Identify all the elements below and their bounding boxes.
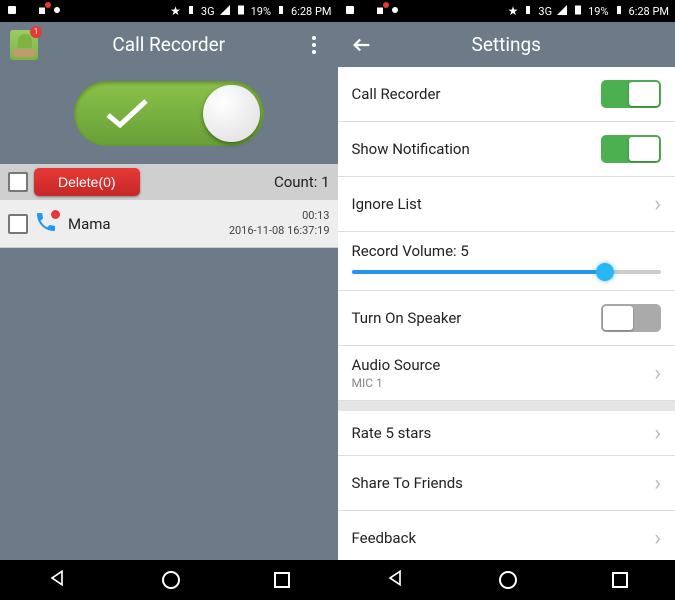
vibrate-icon (185, 4, 197, 19)
signal-icon (556, 4, 568, 19)
nav-bar (0, 560, 338, 600)
setting-call-recorder[interactable]: Call Recorder (338, 67, 675, 122)
android-icon (389, 4, 401, 19)
chevron-right-icon: › (654, 471, 661, 496)
turn-on-speaker-switch[interactable] (601, 304, 661, 332)
app-header: 1 Call Recorder (0, 22, 338, 67)
recording-meta: 00:13 2016-11-08 16:37:19 (229, 209, 330, 238)
page-title: Settings (388, 33, 626, 56)
chevron-right-icon: › (654, 361, 661, 386)
android-icon (51, 4, 63, 19)
chevron-right-icon: › (654, 421, 661, 446)
usb-icon (21, 4, 33, 19)
page-title: Call Recorder (50, 33, 288, 56)
master-toggle-area (0, 67, 338, 164)
network-label: 3G (538, 5, 552, 18)
setting-turn-on-speaker[interactable]: Turn On Speaker (338, 291, 675, 346)
recents-button[interactable] (274, 572, 290, 588)
delete-button[interactable]: Delete(0) (34, 168, 140, 196)
recents-button[interactable] (612, 572, 628, 588)
nav-bar (338, 560, 675, 600)
home-button[interactable] (162, 571, 180, 589)
setting-ignore-list[interactable]: Ignore List › (338, 177, 675, 232)
main-screen: ★ 3G 19% 6:28 PM 1 Call Recorder (0, 0, 338, 600)
network-label: 3G (201, 5, 215, 18)
audio-source-value: MIC 1 (352, 376, 655, 390)
setting-rate[interactable]: Rate 5 stars › (338, 401, 675, 456)
chevron-right-icon: › (654, 192, 661, 217)
clock-label: 6:28 PM (291, 5, 331, 18)
status-bar: ★ 3G 19% 6:28 PM (338, 0, 675, 22)
usb-icon (359, 4, 371, 19)
toggle-knob (203, 85, 260, 142)
star-icon: ★ (170, 4, 181, 18)
sim-icon (572, 4, 584, 19)
recording-timestamp: 2016-11-08 16:37:19 (229, 224, 330, 238)
check-icon (104, 97, 150, 135)
vibrate-icon (522, 4, 534, 19)
app-badge: 1 (30, 26, 42, 38)
battery-icon (613, 4, 625, 19)
signal-icon (219, 4, 231, 19)
incoming-call-icon (34, 210, 62, 238)
setting-show-notification[interactable]: Show Notification (338, 122, 675, 177)
master-record-toggle[interactable] (74, 81, 264, 146)
battery-icon (275, 4, 287, 19)
settings-screen: ★ 3G 19% 6:28 PM Settings Call Recorder … (338, 0, 675, 600)
media-icon (344, 4, 356, 19)
overflow-menu-button[interactable] (300, 31, 328, 59)
recording-duration: 00:13 (229, 209, 330, 223)
battery-label: 19% (251, 5, 271, 18)
call-recorder-switch[interactable] (601, 80, 661, 108)
action-row: Delete(0) Count: 1 (0, 164, 338, 200)
count-label: Count: 1 (146, 173, 330, 191)
back-button[interactable] (47, 568, 67, 592)
setting-share[interactable]: Share To Friends › (338, 456, 675, 511)
chevron-right-icon: › (654, 526, 661, 551)
setting-feedback[interactable]: Feedback › (338, 511, 675, 560)
recording-name: Mama (68, 215, 111, 233)
clock-label: 6:28 PM (629, 5, 669, 18)
star-icon: ★ (508, 4, 519, 18)
back-button[interactable] (385, 568, 405, 592)
home-button[interactable] (499, 571, 517, 589)
battery-label: 19% (588, 5, 608, 18)
settings-header: Settings (338, 22, 675, 67)
status-bar: ★ 3G 19% 6:28 PM (0, 0, 338, 22)
app-icon[interactable]: 1 (10, 31, 38, 59)
back-icon[interactable] (348, 31, 376, 59)
setting-audio-source[interactable]: Audio Source MIC 1 › (338, 346, 675, 401)
row-checkbox[interactable] (8, 214, 28, 234)
bag-icon (374, 4, 386, 19)
bag-icon (36, 4, 48, 19)
show-notification-switch[interactable] (601, 135, 661, 163)
setting-record-volume: Record Volume: 5 (338, 232, 675, 291)
select-all-checkbox[interactable] (8, 172, 28, 192)
recording-row[interactable]: Mama 00:13 2016-11-08 16:37:19 (0, 200, 338, 248)
record-volume-slider[interactable] (352, 270, 662, 274)
sim-icon (235, 4, 247, 19)
media-icon (6, 4, 18, 19)
